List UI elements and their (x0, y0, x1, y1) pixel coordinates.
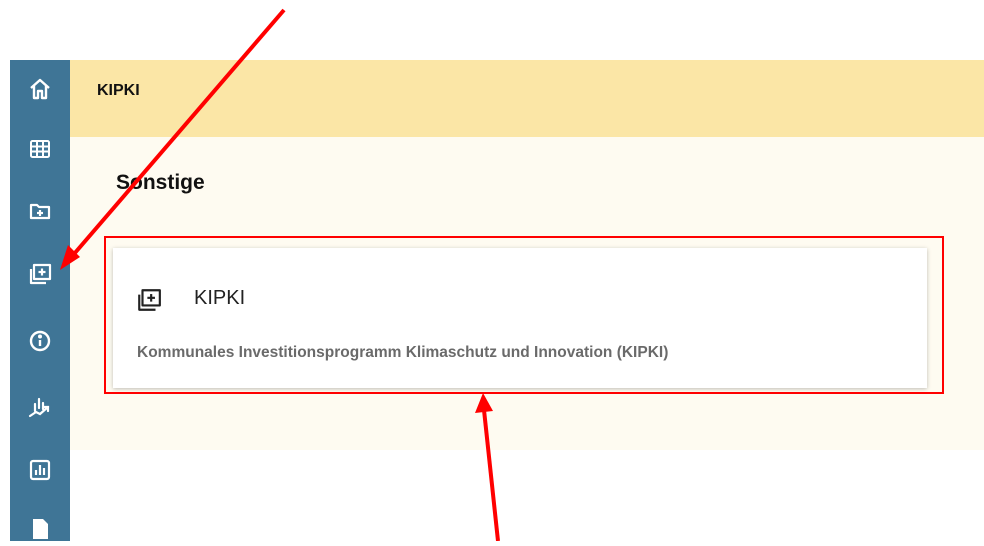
sidebar-item-trends[interactable] (23, 390, 57, 424)
sidebar (10, 60, 70, 541)
home-icon (30, 78, 50, 100)
sidebar-item-table[interactable] (23, 132, 57, 166)
sidebar-item-info[interactable] (23, 324, 57, 358)
document-icon (33, 519, 48, 539)
kipki-card[interactable]: KIPKI Kommunales Investitionsprogramm Kl… (113, 248, 927, 388)
sidebar-item-reports[interactable] (23, 453, 57, 487)
info-icon (29, 330, 51, 352)
page-title: KIPKI (97, 82, 140, 99)
folder-plus-icon (29, 203, 51, 220)
card-description: Kommunales Investitionsprogramm Klimasch… (137, 344, 669, 361)
section-title: Sonstige (116, 171, 205, 194)
content-area: Sonstige KIPKI Kommunales Investitionspr… (70, 137, 984, 450)
sidebar-item-home[interactable] (23, 72, 57, 106)
grid-icon (30, 140, 50, 158)
chart-trend-icon (28, 397, 50, 418)
bar-chart-icon (29, 459, 51, 481)
card-title: KIPKI (194, 287, 246, 309)
folders-plus-icon (29, 263, 52, 285)
folders-plus-icon (138, 289, 161, 311)
sidebar-item-new-folder[interactable] (23, 194, 57, 228)
page-header: KIPKI (70, 60, 984, 137)
sidebar-item-collections[interactable] (23, 257, 57, 291)
